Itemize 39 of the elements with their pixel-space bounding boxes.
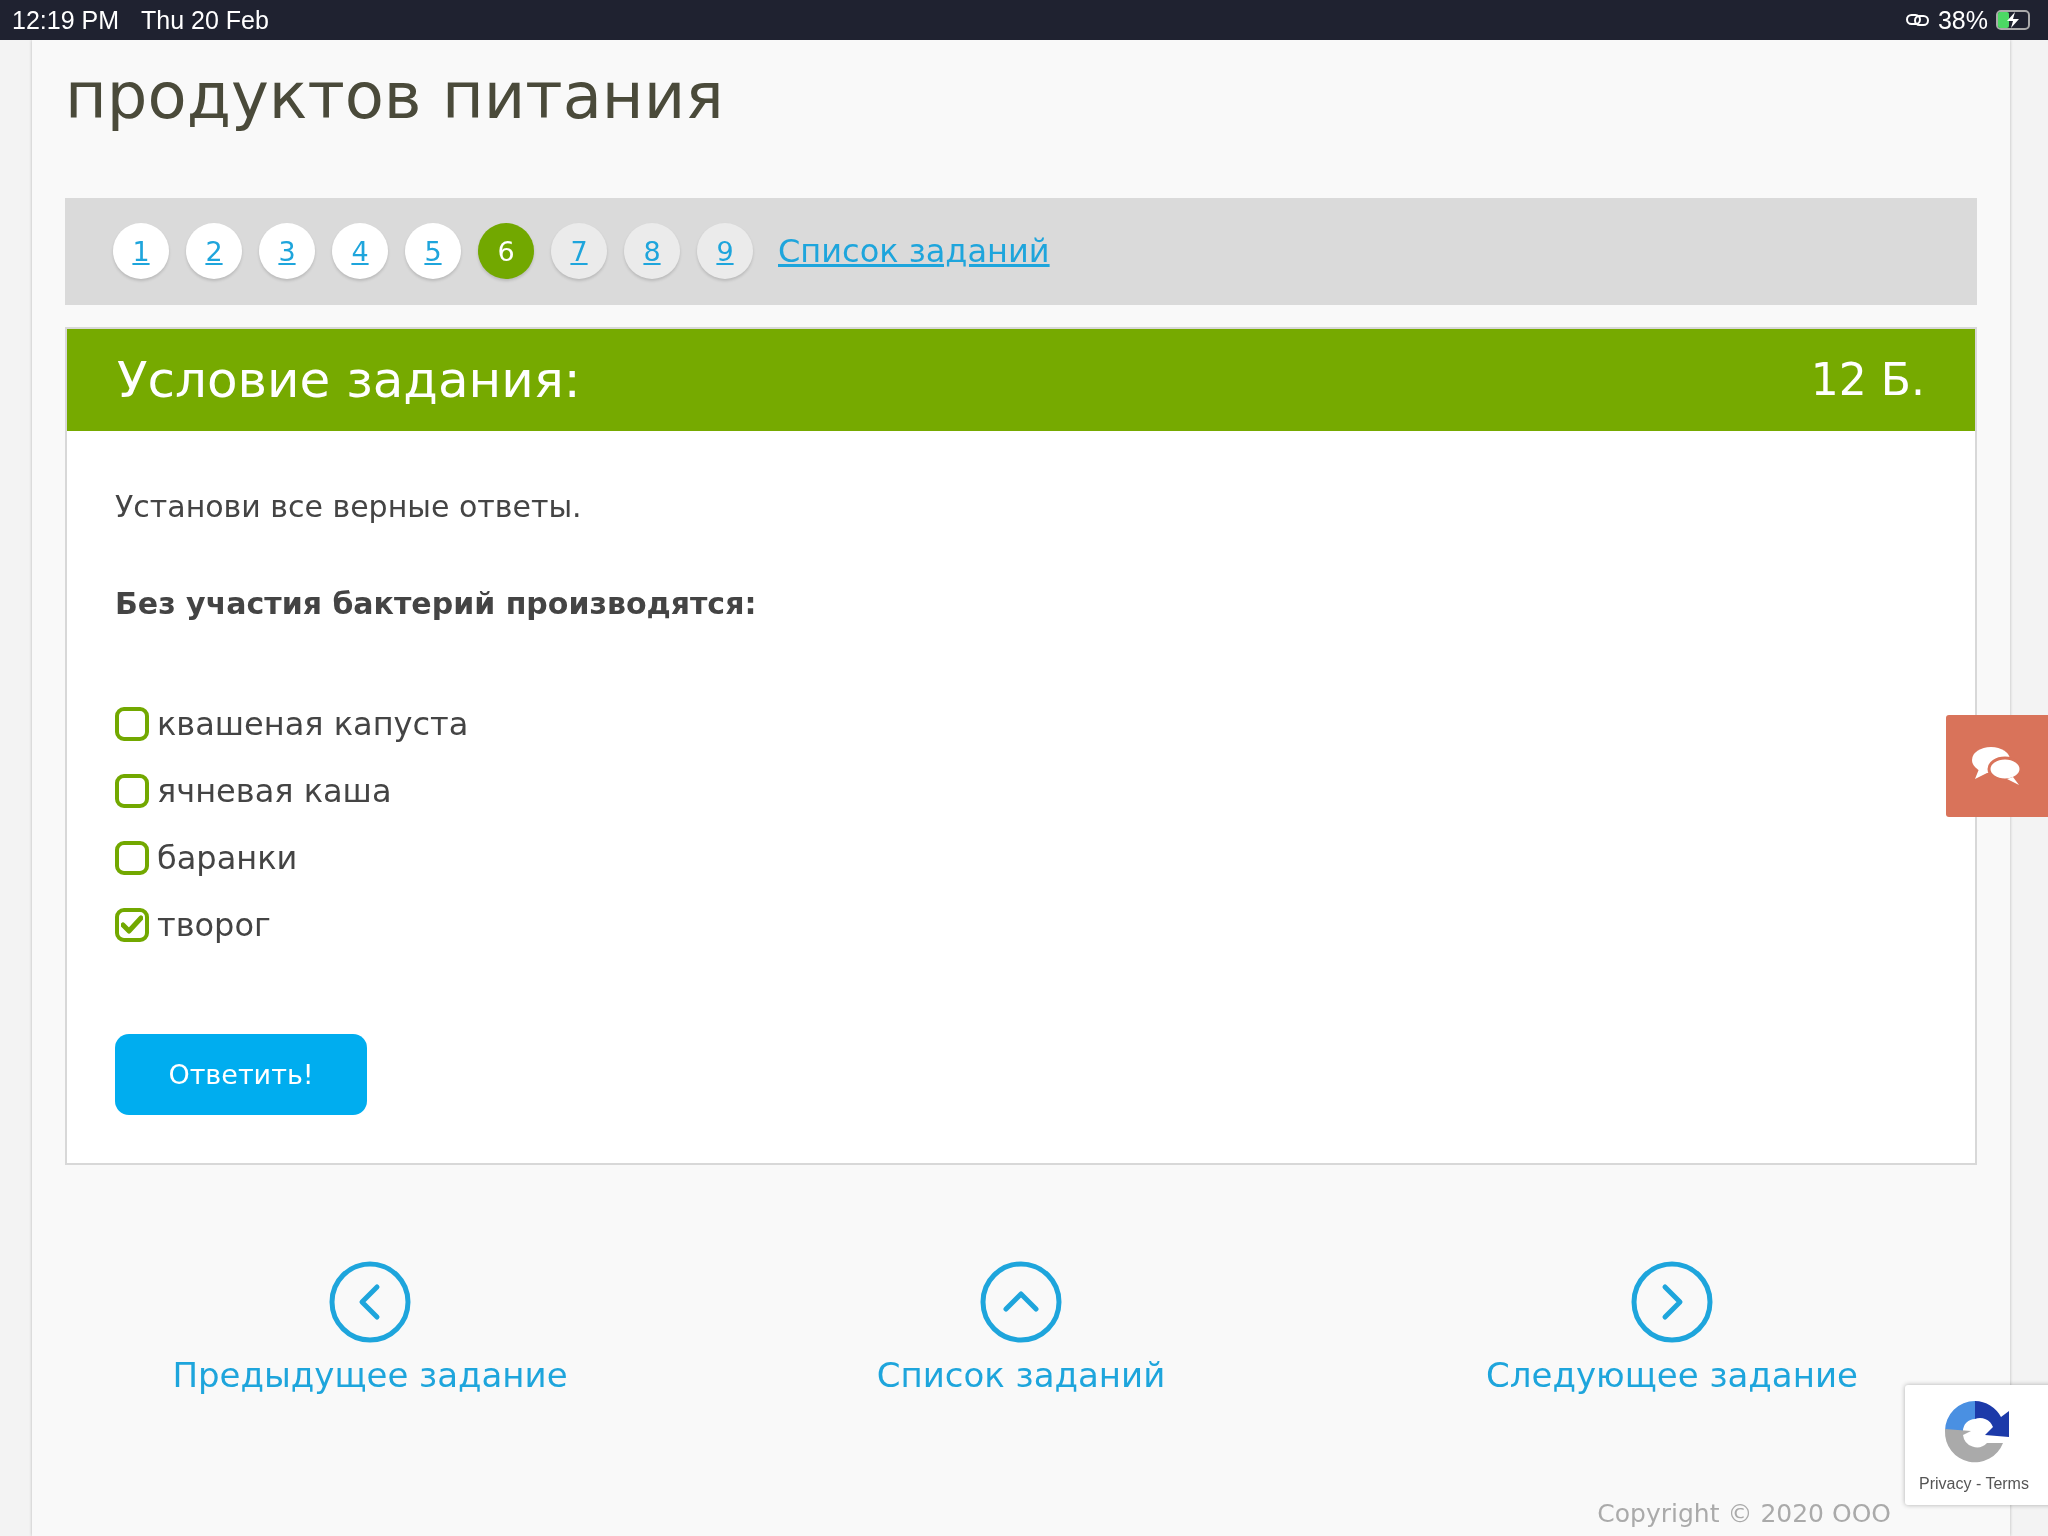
privacy-terms-link[interactable]: Privacy - Terms	[1919, 1475, 2029, 1493]
status-date: Thu 20 Feb	[141, 5, 269, 35]
checkbox[interactable]	[115, 773, 149, 808]
question-text: Без участия бактерий производятся:	[115, 585, 758, 621]
checkbox[interactable]	[115, 706, 149, 741]
copyright-text: Copyright © 2020 ООО	[1597, 1499, 1891, 1528]
checkbox[interactable]	[115, 907, 149, 942]
checkbox[interactable]	[115, 840, 149, 875]
instruction-text: Установи все верные ответы.	[115, 488, 583, 524]
page-number-button[interactable]: 5	[405, 223, 461, 280]
page-number-button[interactable]: 6	[478, 223, 534, 280]
submit-button[interactable]: Ответить!	[115, 1033, 367, 1115]
speech-bubbles-icon	[1971, 745, 2023, 787]
nav-link[interactable]: Предыдущее задание	[172, 1354, 568, 1395]
chevron-right-circle-icon[interactable]	[1631, 1260, 1713, 1343]
link-icon	[1905, 11, 1930, 29]
option-label[interactable]: ячневая каша	[157, 771, 392, 810]
chat-button[interactable]	[1946, 715, 2048, 817]
page-number-button[interactable]: 9	[697, 223, 753, 280]
page-number-button[interactable]: 1	[113, 223, 169, 280]
page-number-button[interactable]: 8	[624, 223, 680, 280]
nav-link[interactable]: Список заданий	[876, 1354, 1166, 1395]
page-number-button[interactable]: 3	[259, 223, 315, 280]
task-list-link[interactable]: Список заданий	[778, 232, 1050, 271]
page-number-button[interactable]: 2	[186, 223, 242, 280]
option-label[interactable]: баранки	[157, 838, 298, 877]
page-number-button[interactable]: 4	[332, 223, 388, 280]
option-label[interactable]: творог	[157, 905, 271, 944]
status-time: 12:19 PM	[12, 5, 119, 35]
page-number-button[interactable]: 7	[551, 223, 607, 280]
checkmark-icon	[121, 914, 143, 935]
option-label[interactable]: квашеная капуста	[157, 704, 469, 743]
chevron-left-circle-icon[interactable]	[329, 1260, 411, 1343]
nav-link[interactable]: Следующее задание	[1486, 1354, 1858, 1395]
chevron-up-circle-icon[interactable]	[980, 1260, 1062, 1343]
task-header-title: Условие задания:	[117, 350, 581, 409]
task-points: 12 Б.	[1810, 354, 1925, 406]
page-title: продуктов питания	[65, 58, 725, 135]
battery-percent: 38%	[1937, 5, 1988, 35]
